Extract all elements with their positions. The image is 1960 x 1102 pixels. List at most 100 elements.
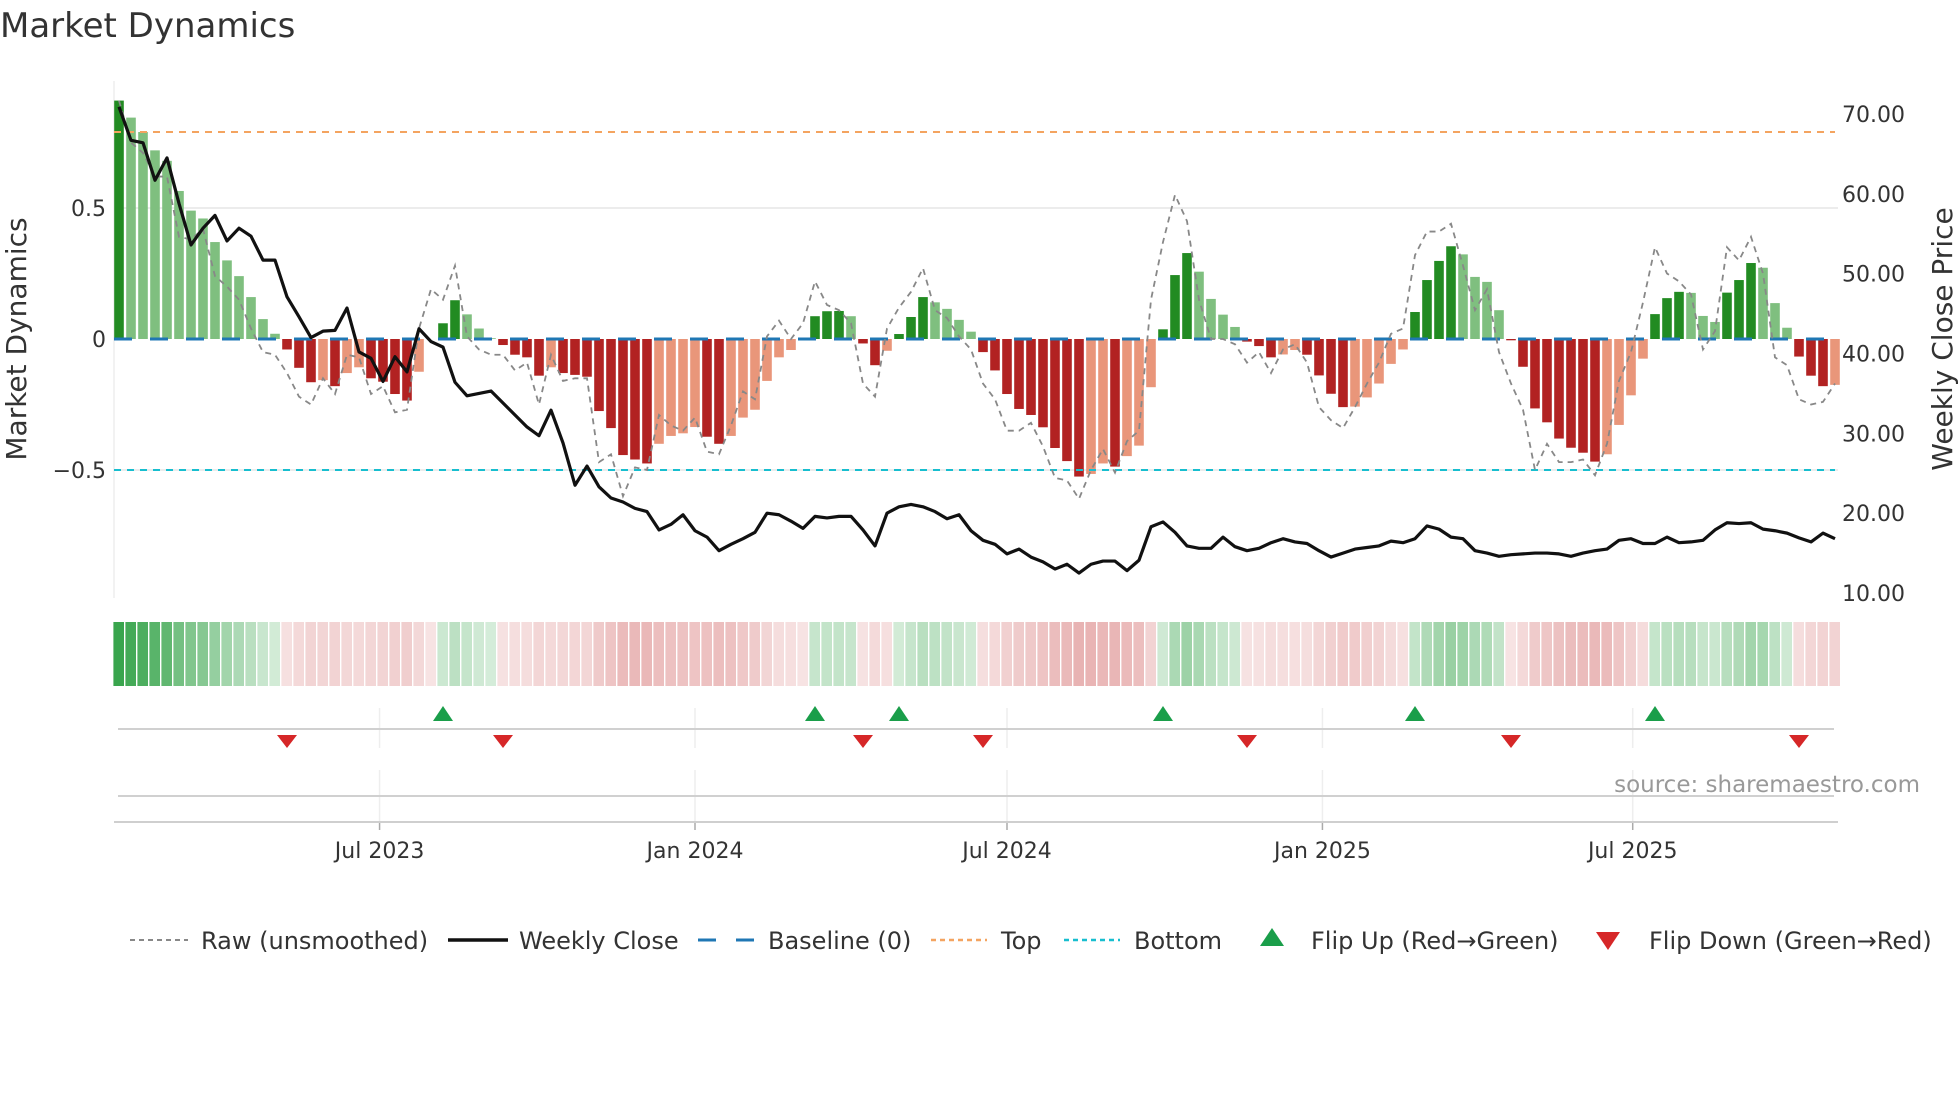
heat-cell [1577, 622, 1588, 686]
heat-cell [833, 622, 844, 686]
heat-cell [605, 622, 616, 686]
heat-cell [1373, 622, 1384, 686]
heat-cell [521, 622, 532, 686]
dynamics-bar [1506, 339, 1516, 341]
heat-cell [1205, 622, 1216, 686]
dynamics-bar [1578, 339, 1588, 453]
dynamics-bar [1110, 339, 1120, 467]
dynamics-bar [594, 339, 604, 412]
heat-cell [1637, 622, 1648, 686]
heat-cell [1601, 622, 1612, 686]
heat-cell [581, 622, 592, 686]
flip-down-marker [1501, 735, 1521, 748]
heat-cell [1493, 622, 1504, 686]
heat-cell [845, 622, 856, 686]
heat-cell [1589, 622, 1600, 686]
dynamics-bar [1422, 280, 1432, 339]
heat-cell [1397, 622, 1408, 686]
heat-cell [497, 622, 508, 686]
heat-cell [1697, 622, 1708, 686]
dynamics-bar [1650, 314, 1660, 339]
dynamics-bar [126, 117, 136, 339]
dynamics-bar [1050, 339, 1060, 448]
flip-down-marker [1237, 735, 1257, 748]
dynamics-bar [534, 339, 544, 376]
heat-cell [641, 622, 652, 686]
heat-cell [1505, 622, 1516, 686]
heat-cell [1613, 622, 1624, 686]
dynamics-bar [138, 132, 148, 339]
heat-cell [1457, 622, 1468, 686]
dynamics-bar [1446, 246, 1456, 339]
dynamics-bar [1434, 260, 1444, 339]
heat-cell [905, 622, 916, 686]
source-label: source: sharemaestro.com [1614, 772, 1920, 798]
heat-cell [473, 622, 484, 686]
dynamics-bar [318, 339, 328, 381]
dynamics-bar [498, 339, 508, 346]
dynamics-bar [1554, 339, 1564, 439]
legend-label: Top [1000, 927, 1042, 955]
dynamics-bar [1314, 339, 1324, 376]
heat-cell [569, 622, 580, 686]
heat-cell [1409, 622, 1420, 686]
dynamics-bar [1218, 314, 1228, 339]
dynamics-bar [690, 339, 700, 428]
heat-cell [1025, 622, 1036, 686]
heat-cell [1721, 622, 1732, 686]
flip-up-marker [889, 706, 909, 721]
heat-cell [965, 622, 976, 686]
dynamics-bar [582, 339, 592, 377]
dynamics-bar [570, 339, 580, 375]
axes: 0.5 0 −0.5 70.00 60.00 50.00 40.00 30.00 20.00 10… [53, 103, 1905, 864]
heat-cell [1829, 622, 1840, 686]
dynamics-bar [330, 339, 340, 387]
dynamics-bar [306, 339, 316, 383]
dynamics-bar [930, 302, 940, 339]
y-tick-label: 0.5 [71, 197, 106, 222]
heat-cell [437, 622, 448, 686]
heat-cell [389, 622, 400, 686]
heat-cell [533, 622, 544, 686]
dynamics-bar [1602, 339, 1612, 455]
legend: Raw (unsmoothed) Weekly Close Baseline (0)… [130, 927, 1932, 955]
dynamics-bar [1014, 339, 1024, 409]
heat-cell [1553, 622, 1564, 686]
heat-cell [785, 622, 796, 686]
heat-cell [1481, 622, 1492, 686]
heat-cell [677, 622, 688, 686]
heat-cell [125, 622, 136, 686]
heat-cell [1673, 622, 1684, 686]
heat-cell [245, 622, 256, 686]
heat-cell [281, 622, 292, 686]
dynamics-bar [1782, 327, 1792, 339]
market-dynamics-chart: 0.5 0 −0.5 70.00 60.00 50.00 40.00 30.00 20.00 10… [0, 81, 1959, 955]
dynamics-bar [162, 160, 172, 339]
heat-cell [233, 622, 244, 686]
dynamics-bar [1806, 339, 1816, 376]
dynamics-bar [1194, 271, 1204, 339]
heat-cell [1085, 622, 1096, 686]
heat-cell [869, 622, 880, 686]
dynamics-bar [1074, 339, 1084, 477]
dynamics-bar [510, 339, 520, 355]
dynamics-bar [1794, 339, 1804, 357]
dynamics-bar [990, 339, 1000, 371]
flip-up-marker [1153, 706, 1173, 721]
heat-cell [1649, 622, 1660, 686]
x-tick-label: Jan 2024 [645, 839, 744, 864]
heat-cell [1265, 622, 1276, 686]
dynamics-bar [918, 297, 928, 339]
dynamics-bar [678, 339, 688, 434]
heat-cell [509, 622, 520, 686]
dynamics-bar [438, 323, 448, 339]
dynamics-bar [1254, 339, 1264, 347]
dynamics-bar [702, 339, 712, 437]
dynamics-bar [450, 300, 460, 339]
heat-cell [317, 622, 328, 686]
dynamics-bar [1062, 339, 1072, 462]
heat-cell [1097, 622, 1108, 686]
heat-cell [461, 622, 472, 686]
flip-down-marker [277, 735, 297, 748]
legend-label: Flip Up (Red→Green) [1311, 927, 1559, 955]
